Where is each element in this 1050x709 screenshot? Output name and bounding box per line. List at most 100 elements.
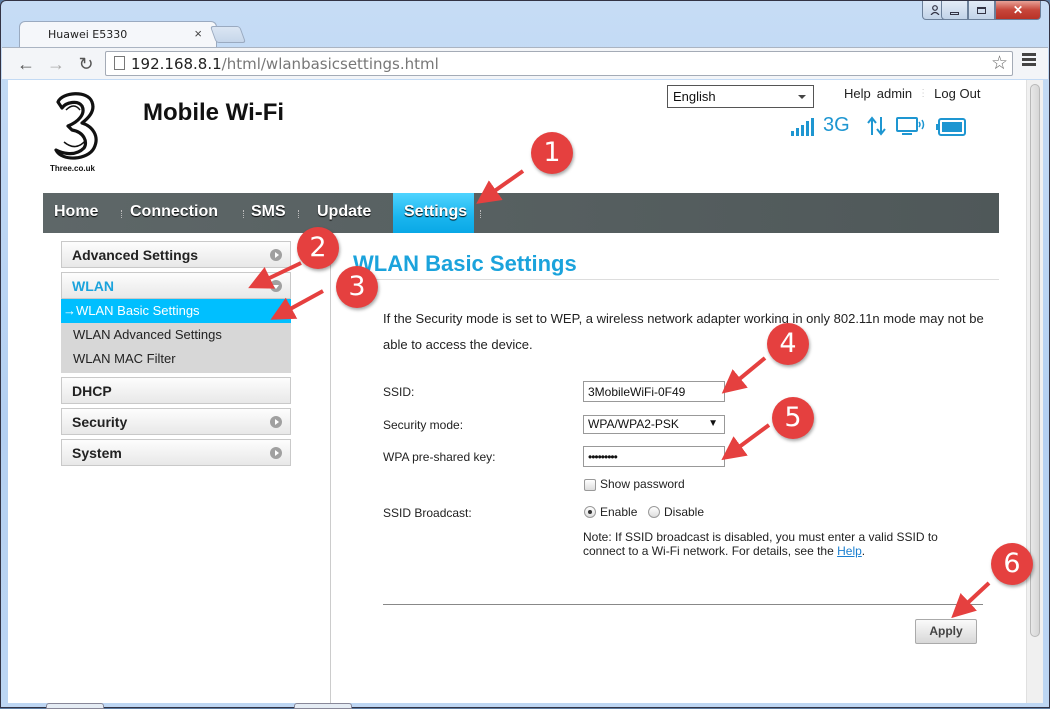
form-divider <box>383 604 983 605</box>
step-badge-2: 2 <box>297 227 339 269</box>
ssid-input[interactable] <box>583 381 725 402</box>
data-transfer-icon <box>866 116 886 136</box>
note-text: Note: If SSID broadcast is disabled, you… <box>583 530 938 558</box>
site-title: Mobile Wi-Fi <box>143 99 285 126</box>
bookmark-star-icon[interactable]: ☆ <box>991 52 1008 75</box>
top-links: Help admin ⋮ Log Out <box>844 86 980 101</box>
back-button[interactable]: ← <box>14 52 38 76</box>
step-badge-3: 3 <box>336 266 378 308</box>
title-divider <box>353 279 999 280</box>
reload-button[interactable]: ↻ <box>74 52 98 76</box>
signal-icon <box>791 118 814 136</box>
nav-settings[interactable]: Settings <box>393 193 474 233</box>
sidebar-item-label: Advanced Settings <box>72 247 199 263</box>
minimize-button[interactable] <box>941 1 968 20</box>
nav-separator <box>298 210 300 218</box>
maximize-button[interactable] <box>968 1 995 20</box>
page-viewport: Three.co.uk Mobile Wi-Fi English Help ad… <box>8 80 1043 703</box>
wlan-submenu: →WLAN Basic Settings WLAN Advanced Setti… <box>61 299 291 373</box>
help-link[interactable]: Help <box>844 86 871 101</box>
ssid-label: SSID: <box>383 385 415 399</box>
vertical-scrollbar[interactable] <box>1026 80 1043 703</box>
taskbar-item <box>294 703 352 709</box>
help-link-note[interactable]: Help <box>837 544 862 558</box>
wpa-key-label: WPA pre-shared key: <box>383 450 496 464</box>
battery-icon <box>935 118 966 136</box>
step-badge-1: 1 <box>531 132 573 174</box>
nav-connection[interactable]: Connection <box>119 193 229 233</box>
step-badge-5: 5 <box>772 397 814 439</box>
browser-toolbar: ← → ↻ 192.168.8.1/html/wlanbasicsettings… <box>2 47 1048 79</box>
close-icon: ✕ <box>1012 3 1024 17</box>
step-badge-6: 6 <box>991 543 1033 585</box>
sidebar-item-label: System <box>72 445 122 461</box>
broadcast-disable-radio[interactable] <box>648 506 660 518</box>
sidebar-subitem-wlan-basic-settings[interactable]: →WLAN Basic Settings <box>61 299 291 323</box>
nav-separator <box>480 210 482 218</box>
reload-icon: ↻ <box>78 54 94 74</box>
arrow-right-icon: → <box>63 303 76 318</box>
broadcast-enable-label: Enable <box>600 505 638 519</box>
minimize-icon <box>950 11 959 15</box>
chevron-right-icon <box>270 416 282 428</box>
browser-window: Huawei E5330 × ✕ ← → ↻ 192.168.8.1/html/… <box>0 0 1050 709</box>
sidebar-item-security[interactable]: Security <box>61 408 291 435</box>
broadcast-disable-label: Disable <box>664 505 705 519</box>
logo-text: Three.co.uk <box>50 164 95 173</box>
page-icon <box>114 56 125 70</box>
sidebar-divider <box>330 233 331 703</box>
sidebar: Advanced Settings WLAN →WLAN Basic Setti… <box>61 241 291 470</box>
new-tab-button[interactable] <box>209 26 247 43</box>
wifi-device-icon <box>895 117 924 135</box>
language-value: English <box>673 89 716 104</box>
show-password-label: Show password <box>600 477 685 491</box>
apply-button[interactable]: Apply <box>915 619 977 644</box>
sidebar-item-dhcp[interactable]: DHCP <box>61 377 291 404</box>
maximize-icon <box>977 6 986 14</box>
wpa-key-input[interactable] <box>583 446 725 467</box>
tab-title: Huawei E5330 <box>48 28 128 41</box>
page-title: WLAN Basic Settings <box>353 251 577 276</box>
network-type: 3G <box>823 114 850 136</box>
sidebar-item-wlan[interactable]: WLAN <box>61 272 291 299</box>
chevron-right-icon <box>270 447 282 459</box>
sidebar-item-label: DHCP <box>72 383 112 399</box>
chevron-right-icon <box>270 249 282 261</box>
security-mode-label: Security mode: <box>383 418 464 432</box>
url-host: 192.168.8.1 <box>131 55 222 73</box>
show-password-checkbox[interactable] <box>584 479 596 491</box>
status-icons: 3G <box>791 114 966 136</box>
url-path: /html/wlanbasicsettings.html <box>221 55 439 73</box>
step-badge-4: 4 <box>767 323 809 365</box>
security-mode-value: WPA/WPA2-PSK <box>588 417 679 431</box>
nav-home[interactable]: Home <box>43 193 109 233</box>
address-bar[interactable]: 192.168.8.1/html/wlanbasicsettings.html … <box>105 51 1013 76</box>
subitem-label: WLAN Basic Settings <box>76 303 200 318</box>
window-controls: ✕ <box>941 1 1041 20</box>
scroll-thumb[interactable] <box>1030 84 1040 637</box>
sidebar-item-label: Security <box>72 414 128 430</box>
security-mode-select[interactable]: WPA/WPA2-PSK ▼ <box>583 415 725 434</box>
close-window-button[interactable]: ✕ <box>995 1 1041 20</box>
url-text: 192.168.8.1/html/wlanbasicsettings.html <box>131 55 439 73</box>
main-nav: Home Connection SMS Update Settings <box>43 193 999 233</box>
ssid-broadcast-note: Note: If SSID broadcast is disabled, you… <box>583 530 963 558</box>
note-end: . <box>861 544 866 558</box>
nav-sms[interactable]: SMS <box>240 193 297 233</box>
sidebar-item-system[interactable]: System <box>61 439 291 466</box>
link-separator: ⋮ <box>918 88 929 99</box>
menu-icon[interactable] <box>1022 53 1036 68</box>
language-select[interactable]: English <box>667 85 814 108</box>
tab-close-icon[interactable]: × <box>194 26 202 41</box>
browser-tab[interactable]: Huawei E5330 × <box>19 21 217 48</box>
admin-link[interactable]: admin <box>877 86 912 101</box>
sidebar-item-advanced-settings[interactable]: Advanced Settings <box>61 241 291 268</box>
sidebar-subitem-wlan-mac-filter[interactable]: WLAN MAC Filter <box>61 347 291 371</box>
logout-link[interactable]: Log Out <box>934 86 980 101</box>
broadcast-enable-radio[interactable] <box>584 506 596 518</box>
intro-text: If the Security mode is set to WEP, a wi… <box>383 311 984 352</box>
sidebar-subitem-wlan-advanced-settings[interactable]: WLAN Advanced Settings <box>61 323 291 347</box>
three-logo-icon <box>54 92 98 160</box>
forward-button[interactable]: → <box>44 52 68 76</box>
taskbar-item <box>46 703 104 709</box>
